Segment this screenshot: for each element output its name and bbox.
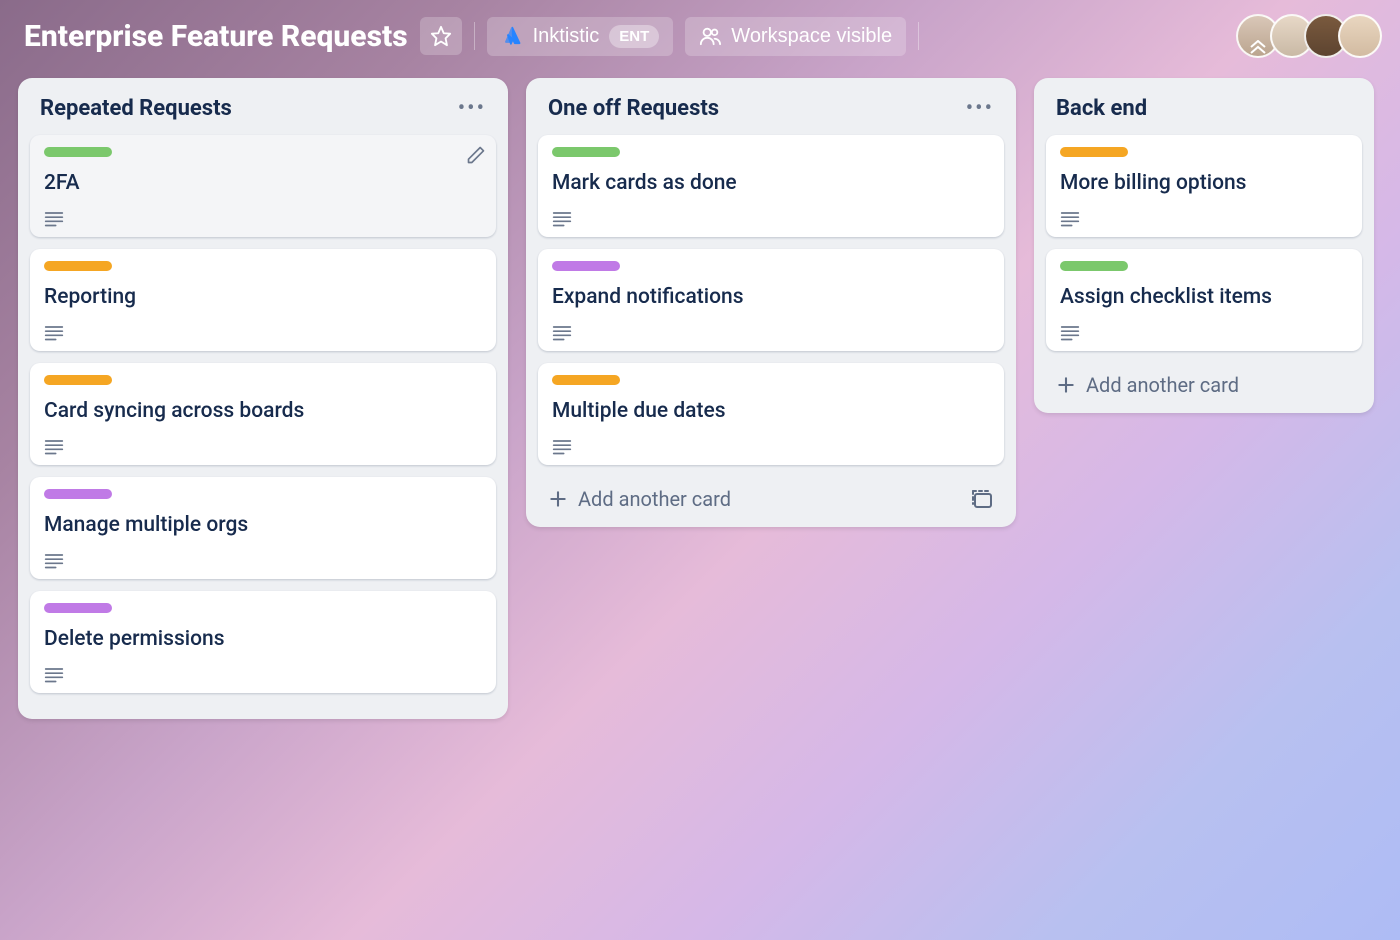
- list-back-end: Back end More billing options Assign che…: [1034, 78, 1374, 413]
- board-canvas: Repeated Requests ••• 2FA Reporting: [0, 72, 1400, 739]
- card-badges: [1060, 323, 1348, 341]
- card-badges: [44, 323, 482, 341]
- add-card-button[interactable]: Add another card: [1046, 363, 1362, 399]
- card-title: Assign checklist items: [1060, 285, 1348, 309]
- card-title: 2FA: [44, 171, 482, 195]
- workspace-tier-badge: ENT: [609, 25, 659, 48]
- add-card-label: Add another card: [578, 487, 731, 511]
- card[interactable]: Assign checklist items: [1046, 249, 1362, 351]
- card-label[interactable]: [552, 261, 620, 271]
- card-badges: [552, 323, 990, 341]
- card[interactable]: Mark cards as done: [538, 135, 1004, 237]
- description-icon: [44, 665, 64, 683]
- list-menu-button[interactable]: •••: [458, 96, 486, 121]
- description-icon: [44, 323, 64, 341]
- board-title[interactable]: Enterprise Feature Requests: [24, 19, 408, 54]
- card-badges: [1060, 209, 1348, 227]
- card-badges: [552, 209, 990, 227]
- card-label[interactable]: [1060, 261, 1128, 271]
- people-icon: [699, 25, 721, 47]
- atlassian-logo-icon: [501, 25, 523, 47]
- avatar[interactable]: [1338, 14, 1382, 58]
- card-title: More billing options: [1060, 171, 1348, 195]
- description-icon: [1060, 209, 1080, 227]
- description-icon: [44, 551, 64, 569]
- description-icon: [1060, 323, 1080, 341]
- plus-icon: [548, 489, 568, 509]
- card-label[interactable]: [1060, 147, 1128, 157]
- card-label[interactable]: [44, 261, 112, 271]
- description-icon: [552, 209, 572, 227]
- add-card-button[interactable]: Add another card: [538, 477, 1004, 513]
- workspace-button[interactable]: Inktistic ENT: [487, 17, 674, 56]
- card-title: Multiple due dates: [552, 399, 990, 423]
- visibility-label: Workspace visible: [731, 25, 892, 48]
- card-badges: [552, 437, 990, 455]
- list-title[interactable]: One off Requests: [548, 96, 719, 121]
- member-avatars: [1236, 14, 1382, 58]
- star-icon: [430, 25, 452, 47]
- card-badges: [44, 437, 482, 455]
- pencil-icon[interactable]: [466, 145, 486, 165]
- card-title: Expand notifications: [552, 285, 990, 309]
- card-title: Mark cards as done: [552, 171, 990, 195]
- card-label[interactable]: [44, 147, 112, 157]
- card[interactable]: Reporting: [30, 249, 496, 351]
- card-template-icon[interactable]: [970, 488, 994, 510]
- card-label[interactable]: [552, 375, 620, 385]
- ellipsis-icon: •••: [966, 96, 994, 121]
- card-label[interactable]: [44, 375, 112, 385]
- card[interactable]: Delete permissions: [30, 591, 496, 693]
- description-icon: [552, 437, 572, 455]
- description-icon: [44, 209, 64, 227]
- card-title: Card syncing across boards: [44, 399, 482, 423]
- header-separator: [474, 22, 475, 50]
- list-header: One off Requests •••: [538, 90, 1004, 135]
- card-label[interactable]: [552, 147, 620, 157]
- header-separator: [918, 22, 919, 50]
- list-header: Repeated Requests •••: [30, 90, 496, 135]
- card[interactable]: Multiple due dates: [538, 363, 1004, 465]
- card-badges: [44, 665, 482, 683]
- card[interactable]: Manage multiple orgs: [30, 477, 496, 579]
- plus-icon: [1056, 375, 1076, 395]
- workspace-name: Inktistic: [533, 25, 600, 48]
- list-title[interactable]: Back end: [1056, 96, 1147, 121]
- board-header: Enterprise Feature Requests Inktistic EN…: [0, 0, 1400, 72]
- card-title: Reporting: [44, 285, 482, 309]
- ellipsis-icon: •••: [458, 96, 486, 121]
- card-label[interactable]: [44, 603, 112, 613]
- visibility-button[interactable]: Workspace visible: [685, 17, 906, 56]
- description-icon: [552, 323, 572, 341]
- add-card-label: Add another card: [1086, 373, 1239, 397]
- chevrons-up-icon: [1249, 40, 1267, 54]
- list-one-off-requests: One off Requests ••• Mark cards as done …: [526, 78, 1016, 527]
- card-title: Delete permissions: [44, 627, 482, 651]
- card-badges: [44, 551, 482, 569]
- star-button[interactable]: [420, 17, 462, 55]
- card-badges: [44, 209, 482, 227]
- card-label[interactable]: [44, 489, 112, 499]
- card[interactable]: 2FA: [30, 135, 496, 237]
- card[interactable]: Card syncing across boards: [30, 363, 496, 465]
- card[interactable]: More billing options: [1046, 135, 1362, 237]
- card[interactable]: Expand notifications: [538, 249, 1004, 351]
- list-repeated-requests: Repeated Requests ••• 2FA Reporting: [18, 78, 508, 719]
- list-title[interactable]: Repeated Requests: [40, 96, 232, 121]
- list-menu-button[interactable]: •••: [966, 96, 994, 121]
- description-icon: [44, 437, 64, 455]
- list-header: Back end: [1046, 90, 1362, 135]
- card-title: Manage multiple orgs: [44, 513, 482, 537]
